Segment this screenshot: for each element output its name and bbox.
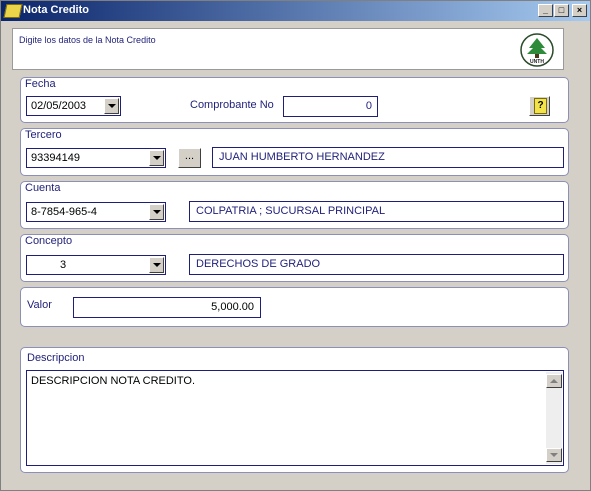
concepto-code: 3	[60, 259, 67, 271]
cuenta-label: Cuenta	[25, 182, 61, 194]
descripcion-value: DESCRIPCION NOTA CREDITO.	[31, 375, 196, 387]
comprobante-field[interactable]: 0	[283, 96, 378, 117]
cuenta-code: 8-7854-965-4	[31, 206, 98, 218]
scroll-down-icon[interactable]	[546, 448, 562, 462]
tercero-name-field[interactable]: JUAN HUMBERTO HERNANDEZ	[212, 147, 564, 168]
minimize-button[interactable]: _	[538, 4, 553, 17]
cuenta-description-field[interactable]: COLPATRIA ; SUCURSAL PRINCIPAL	[189, 201, 564, 222]
folder-note-icon	[3, 4, 23, 18]
concepto-combo[interactable]: 3	[26, 255, 166, 275]
help-icon: ?	[534, 98, 547, 114]
maximize-icon: □	[558, 5, 565, 15]
concepto-description: DERECHOS DE GRADO	[196, 258, 321, 270]
cuenta-combo[interactable]: 8-7854-965-4	[26, 202, 166, 222]
help-button[interactable]: ?	[529, 96, 550, 116]
tercero-combo[interactable]: 93394149	[26, 148, 166, 168]
chevron-down-icon[interactable]	[149, 150, 164, 166]
fecha-date-picker[interactable]: 02/05/2003	[26, 96, 121, 116]
chevron-down-icon[interactable]	[149, 257, 164, 273]
close-icon: ×	[576, 5, 583, 15]
comprobante-label: Comprobante No	[190, 99, 274, 111]
nota-credito-window: Nota Credito _ □ × Digite los datos de l…	[0, 0, 591, 491]
concepto-description-field[interactable]: DERECHOS DE GRADO	[189, 254, 564, 275]
valor-field[interactable]: 5,000.00	[73, 297, 261, 318]
window-title: Nota Credito	[23, 4, 89, 16]
university-logo-icon: UNTH	[520, 33, 554, 67]
comprobante-value: 0	[365, 100, 372, 112]
fecha-value: 02/05/2003	[31, 100, 87, 112]
chevron-down-icon[interactable]	[149, 204, 164, 220]
cuenta-description: COLPATRIA ; SUCURSAL PRINCIPAL	[196, 205, 386, 217]
valor-value: 5,000.00	[211, 301, 254, 313]
valor-label: Valor	[27, 299, 52, 311]
scroll-up-icon[interactable]	[546, 374, 562, 388]
chevron-down-icon[interactable]	[104, 98, 119, 114]
vertical-scrollbar[interactable]	[546, 372, 562, 464]
descripcion-textarea[interactable]: DESCRIPCION NOTA CREDITO.	[26, 370, 564, 466]
tercero-label: Tercero	[25, 129, 62, 141]
header-panel: Digite los datos de la Nota Credito UNTH	[12, 28, 564, 70]
tercero-code: 93394149	[31, 152, 80, 164]
tercero-name: JUAN HUMBERTO HERNANDEZ	[219, 151, 385, 163]
fecha-label: Fecha	[25, 78, 56, 90]
minimize-icon: _	[542, 5, 548, 15]
maximize-button[interactable]: □	[554, 4, 569, 17]
close-button[interactable]: ×	[572, 4, 587, 17]
title-bar[interactable]: Nota Credito _ □ ×	[1, 1, 590, 21]
descripcion-label: Descripcion	[27, 352, 85, 364]
svg-text:UNTH: UNTH	[530, 59, 544, 65]
concepto-label: Concepto	[25, 235, 73, 247]
header-instruction: Digite los datos de la Nota Credito	[19, 35, 156, 45]
tercero-lookup-button[interactable]: ...	[178, 148, 201, 168]
